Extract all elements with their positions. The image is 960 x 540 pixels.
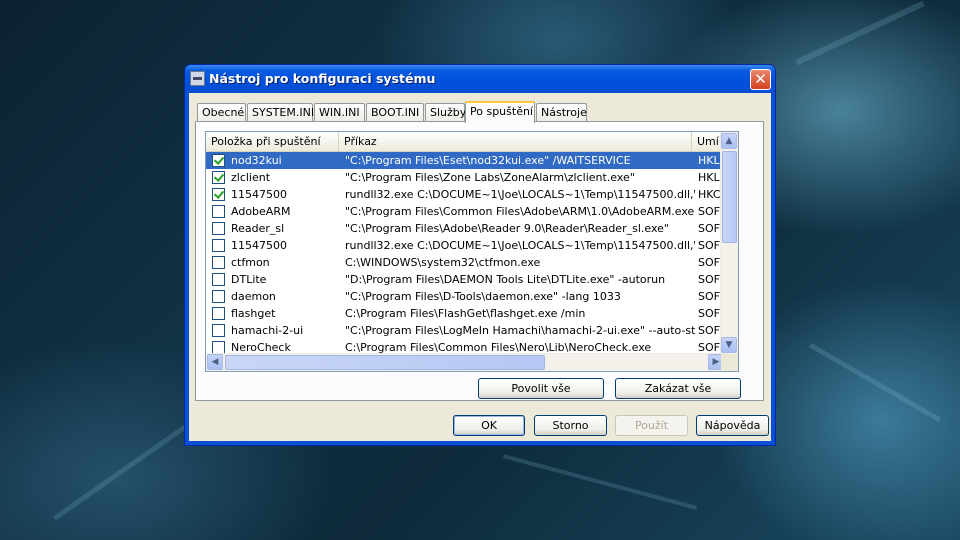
startup-item-command: "C:\Program Files\Zone Labs\ZoneAlarm\zl… [345,171,635,184]
startup-item-name: ctfmon [231,256,270,269]
startup-row[interactable]: ctfmon C:\WINDOWS\system32\ctfmon.exe SOFT [206,254,725,271]
msconfig-window: Nástroj pro konfiguraci systému ✕ Obecné… [184,64,776,446]
vertical-scroll-thumb[interactable] [722,151,737,243]
startup-items-list[interactable]: Položka při spuštění Příkaz Umí nod32kui… [205,131,739,372]
startup-item-name: 11547500 [231,188,287,201]
scroll-left-button[interactable]: ◀ [207,354,223,370]
startup-item-command: "C:\Program Files\Common Files\Adobe\ARM… [345,205,695,218]
apply-button[interactable]: Použít [615,415,688,436]
startup-item-name: zlclient [231,171,271,184]
scroll-up-button[interactable]: ▲ [721,133,737,149]
window-title: Nástroj pro konfiguraci systému [209,71,436,86]
tab-po-spusteni[interactable]: Po spuštění [465,101,535,123]
tab-boot-ini[interactable]: BOOT.INI [366,103,424,122]
cancel-button[interactable]: Storno [534,415,607,436]
enable-all-button[interactable]: Povolit vše [478,378,604,399]
scroll-down-button[interactable]: ▼ [721,337,737,353]
startup-row[interactable]: NeroCheck C:\Program Files\Common Files\N… [206,339,725,354]
startup-item-checkbox[interactable] [212,307,225,320]
tab-sluzby[interactable]: Služby [425,103,466,122]
list-rows: nod32kui "C:\Program Files\Eset\nod32kui.… [206,152,725,354]
tab-system-ini[interactable]: SYSTEM.INI [247,103,314,122]
column-header-command[interactable]: Příkaz [339,132,692,151]
vertical-scrollbar[interactable]: ▲ ▼ [720,132,738,354]
startup-row[interactable]: flashget C:\Program Files\FlashGet\flashg… [206,305,725,322]
startup-row[interactable]: AdobeARM "C:\Program Files\Common Files\A… [206,203,725,220]
startup-item-name: DTLite [231,273,267,286]
dialog-client-area: Obecné SYSTEM.INI WIN.INI BOOT.INI Služb… [189,93,771,441]
startup-item-checkbox[interactable] [212,188,225,201]
startup-item-command: "D:\Program Files\DAEMON Tools Lite\DTLi… [345,273,666,286]
startup-item-command: "C:\Program Files\Adobe\Reader 9.0\Reade… [345,222,669,235]
startup-item-checkbox[interactable] [212,324,225,337]
startup-item-command: C:\Program Files\Common Files\Nero\Lib\N… [345,341,652,354]
startup-item-command: C:\WINDOWS\system32\ctfmon.exe [345,256,541,269]
startup-item-command: "C:\Program Files\Eset\nod32kui.exe" /WA… [345,154,631,167]
startup-item-name: Reader_sl [231,222,285,235]
startup-item-command: rundll32.exe C:\DOCUME~1\Joe\LOCALS~1\Te… [345,188,695,201]
tab-nastroje[interactable]: Nástroje [536,103,587,122]
startup-row[interactable]: 11547500 rundll32.exe C:\DOCUME~1\Joe\LOC… [206,237,725,254]
startup-row[interactable]: hamachi-2-ui "C:\Program Files\LogMeIn Ha… [206,322,725,339]
background-shard [808,342,942,423]
startup-item-command: "C:\Program Files\LogMeIn Hamachi\hamach… [345,324,695,337]
startup-item-checkbox[interactable] [212,256,225,269]
startup-item-name: flashget [231,307,276,320]
startup-item-checkbox[interactable] [212,239,225,252]
startup-row[interactable]: nod32kui "C:\Program Files\Eset\nod32kui.… [206,152,725,169]
ok-button[interactable]: OK [453,415,525,436]
startup-row[interactable]: 11547500 rundll32.exe C:\DOCUME~1\Joe\LOC… [206,186,725,203]
help-button[interactable]: Nápověda [696,415,769,436]
startup-item-checkbox[interactable] [212,205,225,218]
startup-item-checkbox[interactable] [212,222,225,235]
startup-row[interactable]: Reader_sl "C:\Program Files\Adobe\Reader … [206,220,725,237]
list-header: Položka při spuštění Příkaz Umí [206,132,728,152]
startup-item-checkbox[interactable] [212,273,225,286]
startup-item-name: nod32kui [231,154,282,167]
startup-item-command: C:\Program Files\FlashGet\flashget.exe /… [345,307,586,320]
startup-item-checkbox[interactable] [212,290,225,303]
msconfig-app-icon [190,71,205,86]
title-bar[interactable]: Nástroj pro konfiguraci systému ✕ [185,65,775,93]
tab-win-ini[interactable]: WIN.INI [314,103,365,122]
startup-row[interactable]: DTLite "D:\Program Files\DAEMON Tools Lit… [206,271,725,288]
scroll-corner [721,354,738,371]
background-shard [795,0,925,66]
column-header-startup-item[interactable]: Položka při spuštění [206,132,339,151]
horizontal-scroll-thumb[interactable] [225,355,545,370]
close-button[interactable]: ✕ [750,69,771,90]
startup-tab-panel: Položka při spuštění Příkaz Umí nod32kui… [195,121,764,401]
horizontal-scrollbar[interactable]: ◀ ▶ [206,353,725,371]
disable-all-button[interactable]: Zakázat vše [615,378,741,399]
startup-row[interactable]: zlclient "C:\Program Files\Zone Labs\Zone… [206,169,725,186]
startup-item-checkbox[interactable] [212,171,225,184]
background-shard [502,454,698,510]
startup-item-name: 11547500 [231,239,287,252]
startup-item-command: "C:\Program Files\D-Tools\daemon.exe" -l… [345,290,621,303]
background-shard [53,424,187,521]
startup-item-name: AdobeARM [231,205,291,218]
startup-item-checkbox[interactable] [212,154,225,167]
startup-item-name: hamachi-2-ui [231,324,304,337]
startup-item-command: rundll32.exe C:\DOCUME~1\Joe\LOCALS~1\Te… [345,239,695,252]
startup-row[interactable]: daemon "C:\Program Files\D-Tools\daemon.e… [206,288,725,305]
tab-obecne[interactable]: Obecné [197,103,246,122]
startup-item-name: NeroCheck [231,341,291,354]
startup-item-name: daemon [231,290,276,303]
